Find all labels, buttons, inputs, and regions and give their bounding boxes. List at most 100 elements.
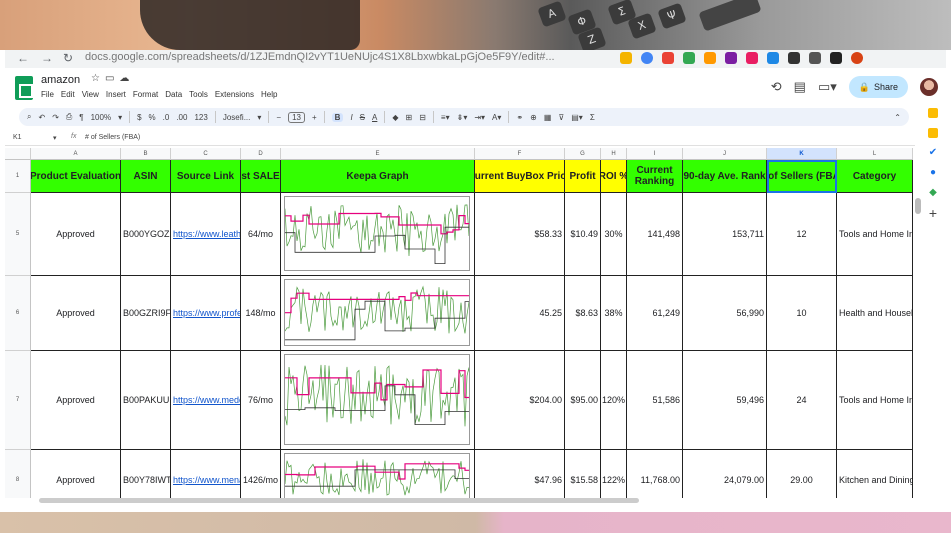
cell-rank[interactable]: 141,498 <box>627 193 683 276</box>
keepa-graph-cell[interactable] <box>281 276 475 351</box>
column-header-b[interactable]: B <box>121 148 171 160</box>
avatar[interactable] <box>920 78 938 96</box>
cell-link[interactable]: https://www.menards.c... <box>171 450 241 498</box>
header-cell[interactable]: Est SALES <box>241 160 281 193</box>
strikethrough-button[interactable]: S <box>360 113 365 122</box>
sheets-logo-icon[interactable] <box>15 76 33 100</box>
scrollbar-thumb[interactable] <box>39 498 639 503</box>
horizontal-align-icon[interactable]: ≡▾ <box>441 113 450 122</box>
menu-view[interactable]: View <box>82 90 99 99</box>
filter-views-icon[interactable]: ▤▾ <box>571 113 583 122</box>
tasks-check-icon[interactable]: ✔ <box>928 148 938 158</box>
cell-category[interactable]: Health and Household <box>837 276 913 351</box>
vertical-scrollbar[interactable] <box>915 198 921 214</box>
cloud-icon[interactable]: ☁ <box>119 73 134 84</box>
keepa-graph-cell[interactable] <box>281 193 475 276</box>
cell-sales[interactable]: 1426/mo <box>241 450 281 498</box>
contacts-icon[interactable]: ● <box>928 168 938 178</box>
menu-format[interactable]: Format <box>133 90 158 99</box>
horizontal-scrollbar[interactable] <box>39 498 899 504</box>
font-size-increase-button[interactable]: + <box>312 113 317 122</box>
collapse-toolbar-icon[interactable]: ⌃ <box>894 113 901 122</box>
column-header-l[interactable]: L <box>837 148 913 160</box>
search-menus-icon[interactable]: ⌕ <box>27 112 31 122</box>
cell-rank[interactable]: 51,586 <box>627 351 683 450</box>
formula-input[interactable]: # of Sellers (FBA) <box>85 134 140 141</box>
cell-category[interactable]: Kitchen and Dining <box>837 450 913 498</box>
reload-icon[interactable]: ↻ <box>63 51 73 65</box>
extension-icon[interactable] <box>620 52 632 64</box>
cell-avg-rank[interactable]: 24,079.00 <box>683 450 767 498</box>
functions-icon[interactable]: Σ <box>590 113 595 122</box>
borders-icon[interactable]: ⊞ <box>406 113 413 122</box>
cell-eval[interactable]: Approved <box>31 351 121 450</box>
merge-cells-icon[interactable]: ⊟ <box>419 113 426 122</box>
cell-rank[interactable]: 61,249 <box>627 276 683 351</box>
cell-eval[interactable]: Approved <box>31 450 121 498</box>
cell-sales[interactable]: 76/mo <box>241 351 281 450</box>
name-box[interactable]: K1 <box>13 134 22 141</box>
text-color-button[interactable]: A <box>372 113 377 122</box>
header-cell[interactable]: Product Evaluation <box>31 160 121 193</box>
maps-icon[interactable]: ◆ <box>928 188 938 198</box>
menu-file[interactable]: File <box>41 90 54 99</box>
bold-button[interactable]: B <box>331 112 344 122</box>
header-cell[interactable]: ROI % <box>601 160 627 193</box>
comments-icon[interactable]: ▤ <box>794 79 806 95</box>
menu-edit[interactable]: Edit <box>61 90 75 99</box>
extension-icon[interactable] <box>725 52 737 64</box>
download-icon[interactable] <box>809 52 821 64</box>
back-icon[interactable]: ← <box>17 51 29 65</box>
cell-asin[interactable]: B000YGOZLQ <box>121 193 171 276</box>
header-cell[interactable]: Profit <box>565 160 601 193</box>
keepa-graph-cell[interactable] <box>281 450 475 498</box>
cell-profit[interactable]: $8.63 <box>565 276 601 351</box>
cell-asin[interactable]: B00PAKUUIQ <box>121 351 171 450</box>
extension-icon[interactable] <box>767 52 779 64</box>
cell-roi[interactable]: 122% <box>601 450 627 498</box>
chart-icon[interactable]: ▦ <box>544 113 552 122</box>
column-header-j[interactable]: J <box>683 148 767 160</box>
row-header[interactable]: 6 <box>5 276 31 351</box>
text-wrap-icon[interactable]: ⇥▾ <box>474 113 485 122</box>
column-header-d[interactable]: D <box>241 148 281 160</box>
cell-roi[interactable]: 30% <box>601 193 627 276</box>
cell-eval[interactable]: Approved <box>31 276 121 351</box>
print-icon[interactable]: ⎙ <box>66 112 72 122</box>
url-text[interactable]: docs.google.com/spreadsheets/d/1ZJEmdnQI… <box>85 50 555 66</box>
cell-sellers[interactable]: 29.00 <box>767 450 837 498</box>
chevron-down-icon[interactable]: ▾ <box>53 134 57 142</box>
folder-icon[interactable]: ▭ <box>105 73 119 84</box>
cell-sellers[interactable]: 10 <box>767 276 837 351</box>
text-rotate-icon[interactable]: A▾ <box>492 113 501 122</box>
row-header[interactable]: 1 <box>5 160 31 193</box>
cell-profit[interactable]: $10.49 <box>565 193 601 276</box>
menu-data[interactable]: Data <box>165 90 182 99</box>
column-header-a[interactable]: A <box>31 148 121 160</box>
cell-buybox[interactable]: $58.33 <box>475 193 565 276</box>
cell-buybox[interactable]: 45.25 <box>475 276 565 351</box>
column-header-c[interactable]: C <box>171 148 241 160</box>
history-icon[interactable]: ⟲ <box>771 79 782 95</box>
header-cell[interactable]: 90-day Ave. Rank <box>683 160 767 193</box>
cell-link[interactable]: https://www.leatherman... <box>171 193 241 276</box>
extension-icon[interactable] <box>704 52 716 64</box>
menu-insert[interactable]: Insert <box>106 90 126 99</box>
cell-sellers[interactable]: 12 <box>767 193 837 276</box>
header-cell[interactable]: ASIN <box>121 160 171 193</box>
redo-icon[interactable]: ↷ <box>52 113 59 122</box>
cell-sellers[interactable]: 24 <box>767 351 837 450</box>
decrease-decimal-button[interactable]: .0 <box>163 113 170 122</box>
row-header[interactable]: 5 <box>5 193 31 276</box>
header-cell[interactable]: Source Link <box>171 160 241 193</box>
cell-asin[interactable]: B00GZRI9FA <box>121 276 171 351</box>
comment-icon[interactable]: ⊕ <box>530 113 537 122</box>
font-size-decrease-button[interactable]: − <box>276 113 281 122</box>
header-cell[interactable]: Current BuyBox Price <box>475 160 565 193</box>
header-cell[interactable]: Current Ranking <box>627 160 683 193</box>
cell-category[interactable]: Tools and Home Improvement <box>837 351 913 450</box>
fill-color-icon[interactable]: ◆ <box>392 113 398 122</box>
filter-icon[interactable]: ⊽ <box>558 113 564 122</box>
keep-icon[interactable] <box>928 108 938 118</box>
cell-avg-rank[interactable]: 153,711 <box>683 193 767 276</box>
